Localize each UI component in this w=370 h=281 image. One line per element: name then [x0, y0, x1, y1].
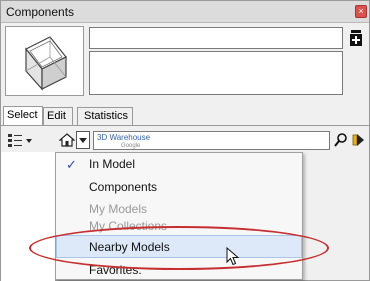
menu-item-label: In Model [89, 157, 136, 171]
menu-item-nearby-models[interactable]: Nearby Models [56, 235, 302, 258]
close-button[interactable]: × [355, 5, 367, 18]
warehouse-logo: 3D Warehouse Google [97, 133, 151, 149]
menu-item-my-collections: My Collections [56, 220, 302, 233]
home-icon[interactable] [58, 132, 76, 148]
window-title: Components [6, 5, 75, 19]
checkmark-icon: ✓ [66, 157, 77, 172]
mouse-pointer-icon [226, 246, 240, 270]
view-options-chevron-down-icon[interactable] [24, 132, 34, 148]
component-cube-icon [25, 36, 67, 91]
browse-toolbar: 3D Warehouse Google [1, 129, 369, 151]
menu-item-my-models: My Models [56, 198, 302, 221]
chevron-down-icon [79, 138, 87, 143]
results-panel [1, 152, 55, 281]
menu-item-label: My Models [89, 202, 148, 216]
browse-menu-dropdown: ✓ In Model Components My Models My Colle… [55, 152, 303, 280]
menu-item-label: Nearby Models [89, 240, 170, 254]
menu-item-label: Components [89, 180, 158, 194]
navigation-dropdown-button[interactable] [76, 131, 90, 149]
details-arrow-icon[interactable] [351, 132, 365, 148]
menu-item-label: Favorites: [89, 263, 142, 277]
tab-edit[interactable]: Edit [43, 107, 73, 125]
component-description-field[interactable] [89, 51, 343, 95]
component-name-field[interactable] [89, 27, 343, 49]
menu-item-in-model[interactable]: ✓ In Model [56, 153, 302, 176]
title-bar[interactable]: Components × [1, 1, 369, 23]
search-icon[interactable] [334, 132, 348, 148]
component-preview-thumbnail [5, 26, 84, 96]
components-window: Components × Select Edit Statistics 3D W… [0, 0, 370, 281]
warehouse-search-input[interactable]: 3D Warehouse Google [93, 131, 330, 150]
menu-item-label: My Collections [89, 220, 168, 233]
tab-divider [1, 125, 369, 126]
view-options-icon[interactable] [7, 132, 23, 148]
menu-item-favorites[interactable]: Favorites: [56, 259, 302, 281]
tab-select[interactable]: Select [3, 106, 43, 126]
create-material-icon[interactable] [349, 29, 363, 47]
tab-statistics[interactable]: Statistics [77, 107, 133, 125]
menu-item-components[interactable]: Components [56, 176, 302, 199]
